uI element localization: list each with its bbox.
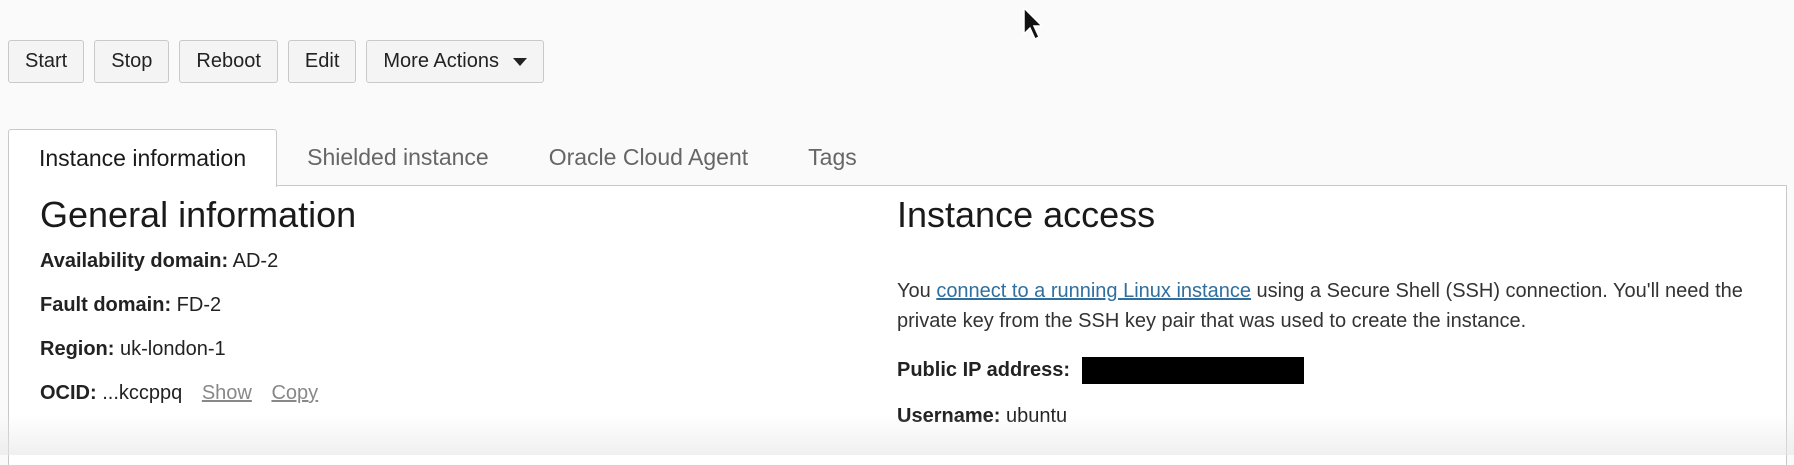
general-information-heading: General information: [40, 194, 357, 235]
more-actions-label: More Actions: [383, 50, 499, 72]
ocid-field: OCID: ...kccppq Show Copy: [40, 382, 318, 405]
availability-domain-field: Availability domain: AD-2: [40, 250, 278, 273]
tab-shielded-instance[interactable]: Shielded instance: [277, 129, 519, 186]
public-ip-field: Public IP address:: [897, 357, 1304, 384]
username-label: Username:: [897, 405, 1001, 427]
instance-access-heading: Instance access: [897, 194, 1156, 235]
username-field: Username: ubuntu: [897, 405, 1067, 428]
ocid-show-link[interactable]: Show: [202, 382, 252, 404]
username-value: ubuntu: [1005, 405, 1068, 427]
stop-button[interactable]: Stop: [94, 40, 170, 83]
instance-access-description: You connect to a running Linux instance …: [897, 276, 1757, 336]
availability-domain-label: Availability domain:: [40, 250, 229, 272]
region-value: uk-london-1: [120, 338, 226, 360]
tab-tags[interactable]: Tags: [778, 129, 887, 186]
tab-oracle-cloud-agent[interactable]: Oracle Cloud Agent: [519, 129, 778, 186]
caret-down-icon: [512, 57, 527, 66]
mouse-pointer-icon: [1023, 7, 1044, 41]
ocid-value: ...kccppq: [102, 382, 183, 404]
action-toolbar: Start Stop Reboot Edit More Actions: [8, 40, 544, 83]
more-actions-button[interactable]: More Actions: [366, 40, 544, 83]
tab-instance-information[interactable]: Instance information: [8, 129, 278, 187]
redacted-ip-block: [1081, 357, 1304, 384]
connect-linux-instance-link[interactable]: connect to a running Linux instance: [936, 280, 1251, 302]
fault-domain-label: Fault domain:: [40, 294, 172, 316]
ocid-label: OCID:: [40, 382, 97, 404]
availability-domain-value: AD-2: [232, 250, 279, 272]
tab-bar: Instance information Shielded instance O…: [8, 129, 887, 187]
edit-button[interactable]: Edit: [287, 40, 357, 83]
fault-domain-value: FD-2: [176, 294, 222, 316]
start-button[interactable]: Start: [8, 40, 85, 83]
instance-information-panel: General information Availability domain:…: [8, 185, 1787, 465]
reboot-button[interactable]: Reboot: [179, 40, 278, 83]
public-ip-label: Public IP address:: [897, 358, 1071, 381]
fault-domain-field: Fault domain: FD-2: [40, 294, 221, 317]
region-label: Region:: [40, 338, 115, 360]
ocid-copy-link[interactable]: Copy: [271, 382, 318, 404]
access-text-before: You: [897, 280, 937, 302]
region-field: Region: uk-london-1: [40, 338, 226, 361]
